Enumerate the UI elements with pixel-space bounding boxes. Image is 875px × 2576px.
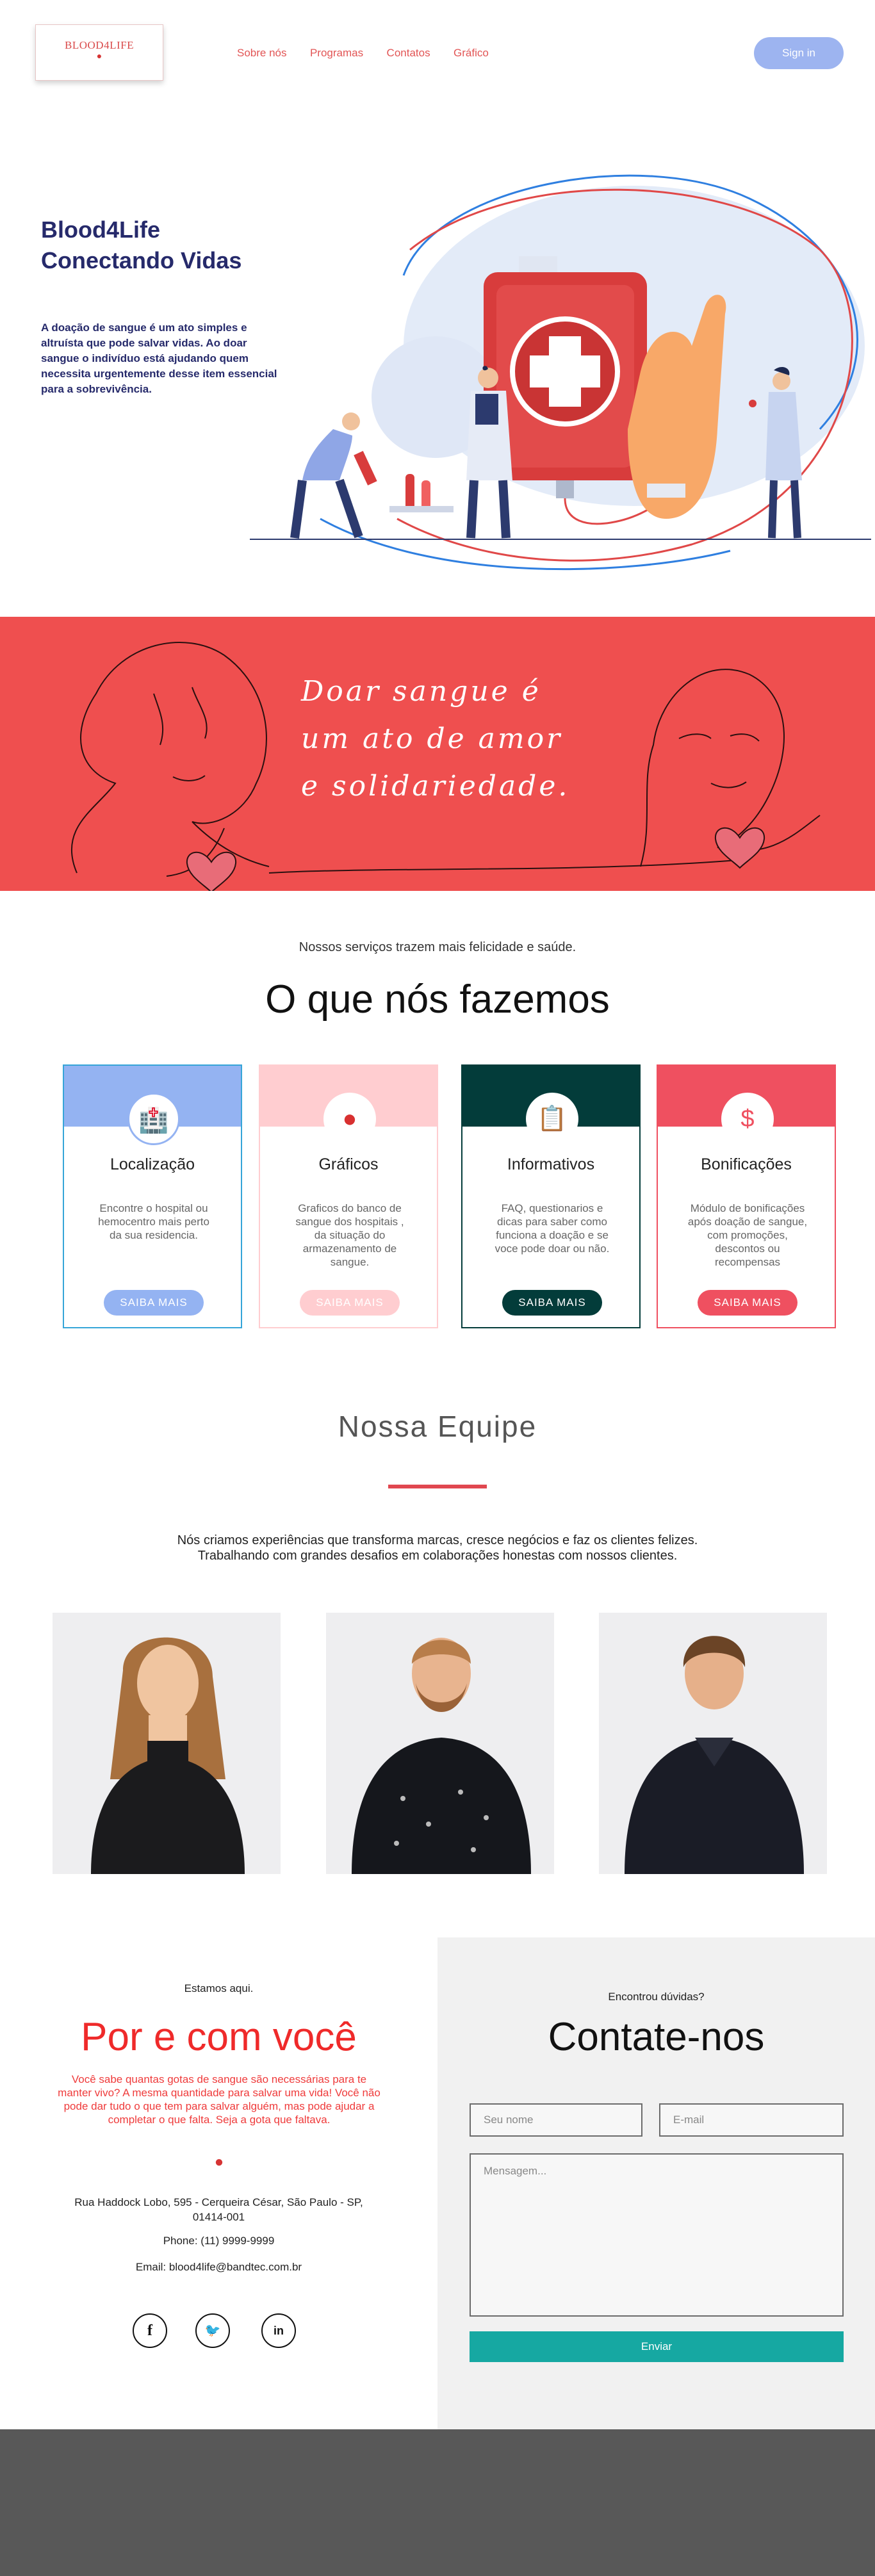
- message-field[interactable]: [470, 2153, 844, 2317]
- saiba-mais-button[interactable]: SAIBA MAIS: [104, 1290, 204, 1316]
- banner-quote: Doar sangue é um ato de amor e solidarie…: [301, 668, 569, 810]
- service-card-graficos: ● Gráficos Graficos do banco de sangue d…: [259, 1064, 438, 1328]
- logo-text: BLOOD4LIFE: [65, 39, 134, 51]
- saiba-mais-button[interactable]: SAIBA MAIS: [300, 1290, 400, 1316]
- team-divider: [388, 1485, 487, 1488]
- team-member-image: [352, 1638, 531, 1874]
- email-field[interactable]: [659, 2103, 844, 2137]
- nav-link-programas[interactable]: Programas: [310, 47, 363, 60]
- right-small-heading: Encontrou dúvidas?: [608, 1991, 705, 2003]
- team-photo: [53, 1613, 281, 1874]
- banner-quote-line3: e solidariedade.: [301, 770, 570, 803]
- hand-blood-drop-icon: ●: [214, 2153, 224, 2171]
- card-title: Gráficos: [318, 1155, 379, 1173]
- email: Email: blood4life@bandtec.com.br: [135, 2261, 302, 2273]
- team-description-line1: Nós criamos experiências que transforma …: [177, 1533, 698, 1547]
- card-description: Encontre o hospital ou hemocentro mais p…: [98, 1202, 209, 1241]
- banner-quote-line2: um ato de amor: [301, 722, 563, 755]
- hero-illustration: [250, 174, 871, 571]
- hero-title-line1: Blood4Life: [41, 216, 160, 243]
- card-title: Informativos: [507, 1155, 595, 1173]
- phone: Phone: (11) 9999-9999: [163, 2235, 275, 2247]
- sign-in-button[interactable]: Sign in: [754, 37, 844, 69]
- left-small-heading: Estamos aqui.: [184, 1982, 254, 1994]
- hero-title-line2: Conectando Vidas: [41, 247, 242, 273]
- address: Rua Haddock Lobo, 595 - Cerqueira César,…: [74, 2196, 363, 2223]
- blood-drop-icon: ●: [96, 51, 102, 61]
- footer: [0, 2429, 875, 2576]
- nav-link-sobre[interactable]: Sobre nós: [237, 47, 287, 60]
- right-title: Contate-nos: [548, 2015, 765, 2059]
- quote-banner: Doar sangue é um ato de amor e solidarie…: [0, 617, 875, 891]
- name-field[interactable]: [470, 2103, 642, 2137]
- card-description: Graficos do banco de sangue dos hospitai…: [295, 1202, 404, 1268]
- hero-title: Blood4Life Conectando Vidas: [41, 215, 241, 276]
- left-copy: Você sabe quantas gotas de sangue são ne…: [58, 2073, 380, 2126]
- left-title: Por e com você: [81, 2015, 357, 2059]
- saiba-mais-button[interactable]: SAIBA MAIS: [698, 1290, 797, 1316]
- top-navbar: BLOOD4LIFE ● Sobre nós Programas Contato…: [0, 0, 875, 109]
- clipboard-icon: 📋: [526, 1093, 578, 1145]
- nav-link-grafico[interactable]: Gráfico: [454, 47, 489, 60]
- service-card-informativos: 📋 Informativos FAQ, questionarios e dica…: [461, 1064, 641, 1328]
- banner-quote-line1: Doar sangue é: [301, 675, 541, 708]
- services-subtitle: Nossos serviços trazem mais felicidade e…: [298, 940, 577, 954]
- team-member-image: [625, 1636, 804, 1874]
- card-description: FAQ, questionarios e dicas para saber co…: [495, 1202, 610, 1255]
- service-card-bonificacoes: $ Bonificações Módulo de bonificações ap…: [657, 1064, 836, 1328]
- logo[interactable]: BLOOD4LIFE ●: [35, 24, 163, 81]
- blood-drop-icon: ●: [323, 1093, 376, 1145]
- facebook-icon[interactable]: f: [133, 2313, 167, 2348]
- services-title: O que nós fazemos: [265, 977, 610, 1022]
- saiba-mais-button[interactable]: SAIBA MAIS: [502, 1290, 602, 1316]
- team-description-line2: Trabalhando com grandes desafios em cola…: [197, 1549, 678, 1563]
- twitter-icon[interactable]: 🐦: [195, 2313, 230, 2348]
- nav-link-contatos[interactable]: Contatos: [387, 47, 430, 60]
- nav-links: Sobre nós Programas Contatos Gráfico: [237, 47, 509, 60]
- team-photo: [599, 1613, 827, 1874]
- service-card-localizacao: 🏥 Localização Encontre o hospital ou hem…: [63, 1064, 242, 1328]
- team-description: Nós criamos experiências que transforma …: [0, 1533, 875, 1563]
- hospital-icon: 🏥: [127, 1093, 180, 1145]
- card-description: Módulo de bonificações após doação de sa…: [687, 1202, 808, 1268]
- card-title: Bonificações: [701, 1155, 792, 1173]
- send-button[interactable]: Enviar: [470, 2331, 844, 2362]
- team-photo: [326, 1613, 554, 1874]
- card-title: Localização: [110, 1155, 195, 1173]
- price-tag-icon: $: [721, 1093, 774, 1145]
- linkedin-icon[interactable]: in: [261, 2313, 296, 2348]
- team-member-image: [91, 1637, 245, 1874]
- team-title: Nossa Equipe: [338, 1410, 537, 1443]
